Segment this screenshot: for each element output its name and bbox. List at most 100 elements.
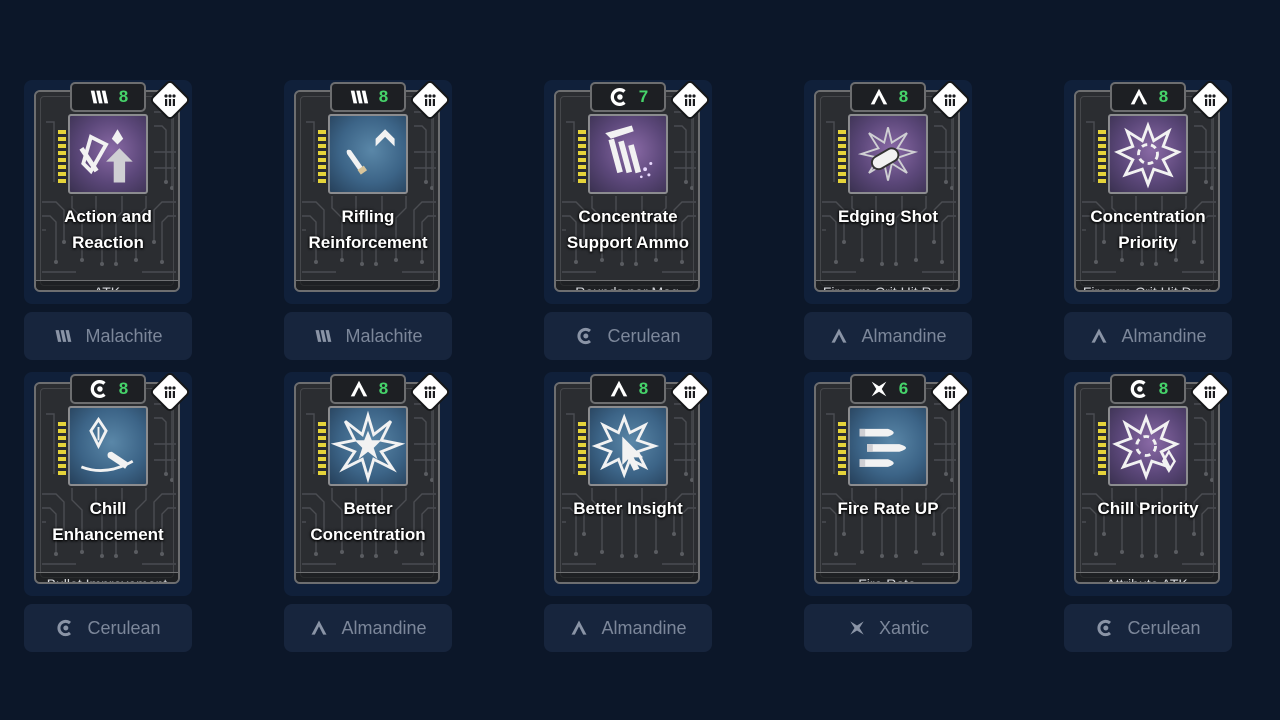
almandine-icon: [348, 378, 370, 400]
socket-type-button[interactable]: Almandine: [544, 604, 712, 652]
socket-type-label: Malachite: [345, 325, 423, 346]
socket-type-button[interactable]: Almandine: [284, 604, 452, 652]
capacity-cost: 8: [638, 379, 649, 398]
tier-badge-icon: [937, 379, 963, 405]
module-stat: Rounds per Mag: [556, 280, 698, 290]
socket-type-button[interactable]: Cerulean: [544, 312, 712, 360]
socket-type-button[interactable]: Almandine: [1064, 312, 1232, 360]
capacity-bars: [58, 422, 66, 482]
capacity-bars: [1098, 130, 1106, 190]
socket-type-label: Almandine: [601, 617, 687, 638]
module-card-body: Fire Rate: [814, 382, 960, 584]
capacity-bars: [318, 422, 326, 482]
almandine-icon: [1128, 86, 1150, 108]
module-card[interactable]: Attribute ATK 8 Chill Priority: [1064, 372, 1232, 596]
ammo-belt-icon: [588, 114, 668, 194]
malachite-icon: [88, 86, 110, 108]
module-card[interactable]: Bullet Improvement 8 Chill Enhancement: [24, 372, 192, 596]
socket-type-label: Cerulean: [1127, 617, 1201, 638]
capacity-cost: 7: [638, 87, 649, 106]
module-card[interactable]: 8 Better Concentration: [284, 372, 452, 596]
socket-type-label: Malachite: [85, 325, 163, 346]
socket-type-button[interactable]: Cerulean: [24, 604, 192, 652]
module-stat: Firearm Crit Hit Rate: [816, 280, 958, 290]
module-card[interactable]: 8 Rifling Reinforcement: [284, 80, 452, 304]
capacity-cost: 6: [898, 379, 909, 398]
capacity-bars: [578, 130, 586, 190]
capacity-bars: [838, 422, 846, 482]
cerulean-icon: [608, 86, 630, 108]
module-slot: 8 Better Concentration Almandine: [284, 372, 452, 664]
module-card[interactable]: 8 Better Insight: [544, 372, 712, 596]
module-stat-empty: [556, 572, 698, 582]
module-slot: 8 Rifling Reinforcement Malachite: [284, 80, 452, 372]
socket-type-button[interactable]: Malachite: [284, 312, 452, 360]
starburst-icon: [328, 406, 408, 486]
capacity-cost: 8: [118, 87, 129, 106]
burst-cursor-icon: [588, 406, 668, 486]
capacity-cost: 8: [1158, 87, 1169, 106]
socket-type-button[interactable]: Almandine: [804, 312, 972, 360]
module-card[interactable]: Firearm Crit Hit Dmg 8 Concentration Priori…: [1064, 80, 1232, 304]
module-stat-empty: [296, 280, 438, 290]
socket-type-label: Cerulean: [87, 617, 161, 638]
module-card[interactable]: Rounds per Mag 7 Concentrate Support Ammo: [544, 80, 712, 304]
module-slot: Attribute ATK 8 Chill Priority Cerulean: [1064, 372, 1232, 664]
module-slot: Firearm Crit Hit Rate 8 Edging Shot Almandi…: [804, 80, 972, 372]
tier-badge-icon: [417, 379, 443, 405]
module-stat: Fire Rate: [816, 572, 958, 582]
tier-badge-icon: [677, 379, 703, 405]
xantic-icon: [847, 618, 867, 638]
module-slot: Rounds per Mag 7 Concentrate Support Ammo Ce…: [544, 80, 712, 372]
bullet-chevron-icon: [328, 114, 408, 194]
module-card[interactable]: Fire Rate 6 Fire Rate UP: [804, 372, 972, 596]
module-stat-empty: [296, 572, 438, 582]
module-stat: Attribute ATK: [1076, 572, 1218, 582]
module-grid: ATK 8 Action and Reaction Malachite 8 Rifling R…: [24, 80, 1256, 664]
tier-badge-icon: [1197, 87, 1223, 113]
socket-type-label: Xantic: [878, 617, 930, 638]
module-card[interactable]: Firearm Crit Hit Rate 8 Edging Shot: [804, 80, 972, 304]
socket-type-button[interactable]: Cerulean: [1064, 604, 1232, 652]
malachite-icon: [313, 326, 333, 346]
capacity-cost-tab: 8: [850, 82, 926, 112]
almandine-icon: [569, 618, 589, 638]
module-slot: 8 Better Insight Almandine: [544, 372, 712, 664]
module-slot: Bullet Improvement 8 Chill Enhancement Cerul…: [24, 372, 192, 664]
capacity-bars: [578, 422, 586, 482]
module-card-body: Rounds per Mag: [554, 90, 700, 292]
reaction-arrows-icon: [68, 114, 148, 194]
tier-badge-icon: [1197, 379, 1223, 405]
cerulean-icon: [1095, 618, 1115, 638]
socket-type-button[interactable]: Xantic: [804, 604, 972, 652]
module-card-body: Firearm Crit Hit Dmg: [1074, 90, 1220, 292]
module-stat: ATK: [36, 280, 178, 290]
module-card-body: Bullet Improvement: [34, 382, 180, 584]
socket-type-label: Cerulean: [607, 325, 681, 346]
socket-type-label: Almandine: [341, 617, 427, 638]
capacity-cost-tab: 8: [1110, 82, 1186, 112]
cerulean-icon: [575, 326, 595, 346]
capacity-cost: 8: [1158, 379, 1169, 398]
tier-badge-icon: [677, 87, 703, 113]
socket-type-button[interactable]: Malachite: [24, 312, 192, 360]
capacity-cost-tab: 7: [590, 82, 666, 112]
capacity-cost-tab: 8: [70, 374, 146, 404]
module-card-body: ATK: [34, 90, 180, 292]
module-card[interactable]: ATK 8 Action and Reaction: [24, 80, 192, 304]
module-stat: Firearm Crit Hit Dmg: [1076, 280, 1218, 290]
malachite-icon: [348, 86, 370, 108]
module-card-body: [554, 382, 700, 584]
module-slot: Fire Rate 6 Fire Rate UP Xantic: [804, 372, 972, 664]
almandine-icon: [829, 326, 849, 346]
malachite-icon: [53, 326, 73, 346]
chill-bullet-icon: [68, 406, 148, 486]
capacity-cost: 8: [378, 87, 389, 106]
capacity-bars: [1098, 422, 1106, 482]
cerulean-icon: [55, 618, 75, 638]
tier-badge-icon: [157, 379, 183, 405]
tier-badge-icon: [937, 87, 963, 113]
socket-type-label: Almandine: [1121, 325, 1207, 346]
capacity-cost: 8: [118, 379, 129, 398]
capacity-cost-tab: 8: [330, 374, 406, 404]
